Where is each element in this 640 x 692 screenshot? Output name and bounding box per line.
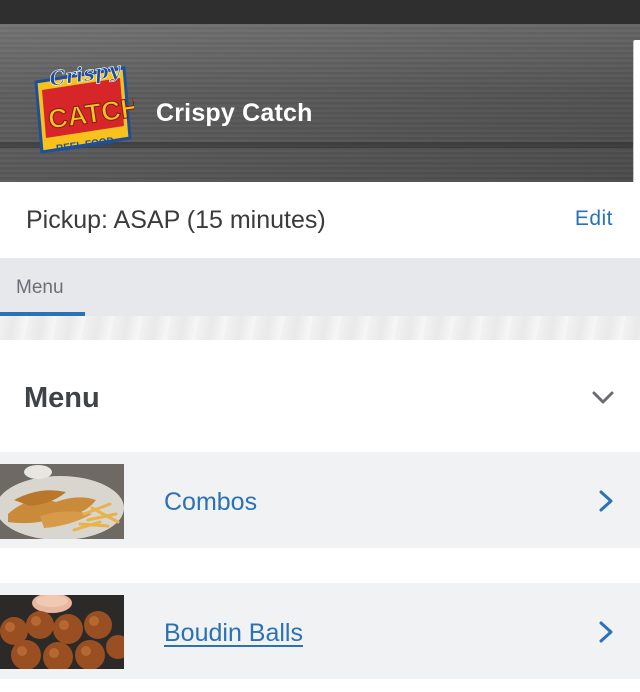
status-bar: [0, 0, 640, 24]
crispy-catch-logo: Crispy CATCH REEL FOOD: [34, 60, 134, 155]
menu-item-combos[interactable]: Combos: [0, 452, 640, 548]
tab-bar: Menu: [0, 258, 640, 316]
restaurant-header: Crispy CATCH REEL FOOD Crispy Catch: [0, 24, 640, 182]
chevron-down-icon[interactable]: [590, 384, 616, 410]
boudin-balls-food-image: [0, 595, 124, 669]
combos-food-image: [0, 464, 124, 539]
menu-section-title: Menu: [24, 382, 100, 414]
combos-label[interactable]: Combos: [164, 488, 257, 517]
pickup-time-text: Pickup: ASAP (15 minutes): [26, 206, 326, 234]
tab-menu[interactable]: Menu: [0, 258, 85, 316]
tab-menu-label: Menu: [16, 277, 64, 298]
menu-item-boudin-balls[interactable]: Boudin Balls: [0, 583, 640, 679]
decorative-divider: [0, 316, 640, 340]
boudin-balls-label[interactable]: Boudin Balls: [164, 619, 303, 648]
edit-pickup-link[interactable]: Edit: [575, 207, 613, 231]
chevron-right-icon[interactable]: [596, 620, 616, 644]
menu-section-header[interactable]: Menu: [0, 340, 640, 452]
restaurant-name: Crispy Catch: [156, 99, 313, 127]
chevron-right-icon[interactable]: [596, 489, 616, 513]
row-spacer: [0, 548, 640, 583]
page-bottom: [0, 679, 640, 692]
pickup-row: Pickup: ASAP (15 minutes) Edit: [0, 182, 640, 258]
